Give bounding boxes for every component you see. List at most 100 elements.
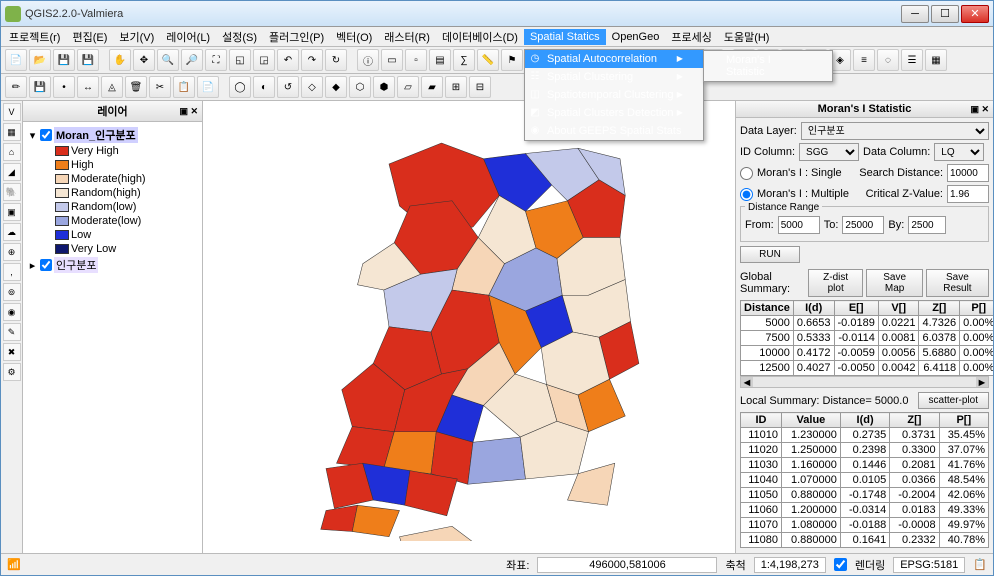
dig2-button[interactable]: ◐ xyxy=(253,76,275,98)
save-button[interactable]: 💾 xyxy=(53,49,75,71)
table-row[interactable]: 125000.4027-0.00500.00426.41180.00% xyxy=(741,361,994,376)
dropdown-item[interactable]: ◷Spatial Autocorrelation▶Moran's I Stati… xyxy=(525,50,703,68)
add-pg-button[interactable]: 🐘 xyxy=(3,183,21,201)
new-shp-button[interactable]: ✎ xyxy=(3,323,21,341)
add-wms-button[interactable]: ☁ xyxy=(3,223,21,241)
table-header[interactable]: P[] xyxy=(939,413,988,428)
by-input[interactable] xyxy=(908,216,946,234)
submenu-item[interactable]: Moran's I Statistic xyxy=(704,51,832,81)
table-header[interactable]: Z[] xyxy=(890,413,939,428)
dig5-button[interactable]: ◆ xyxy=(325,76,347,98)
zoom-last-button[interactable]: ↶ xyxy=(277,49,299,71)
search-dist-input[interactable] xyxy=(947,164,989,182)
node-tool-button[interactable]: ◬ xyxy=(101,76,123,98)
dig3-button[interactable]: ↺ xyxy=(277,76,299,98)
layer-tree[interactable]: ▾Moran_인구분포Very HighHighModerate(high)Ra… xyxy=(23,122,202,278)
new-project-button[interactable]: 📄 xyxy=(5,49,27,71)
layer-class-row[interactable]: High xyxy=(27,158,198,172)
add-vector-button[interactable]: V xyxy=(3,103,21,121)
plugin6-button[interactable]: ≡ xyxy=(853,49,875,71)
single-radio[interactable] xyxy=(740,167,753,180)
table-row[interactable]: 110101.2300000.27350.373135.45% xyxy=(741,428,989,443)
dropdown-item[interactable]: ◩Spatial Clusters Detection▶ xyxy=(525,104,703,122)
add-wfs-button[interactable]: ⊕ xyxy=(3,243,21,261)
table-row[interactable]: 110601.200000-0.03140.018349.33% xyxy=(741,503,989,518)
field-calc-button[interactable]: ∑ xyxy=(453,49,475,71)
save-map-button[interactable]: Save Map xyxy=(866,269,922,297)
expand-toggle-icon[interactable]: ▸ xyxy=(27,259,38,272)
global-table-scrollbar[interactable]: ◄► xyxy=(740,376,989,388)
dig1-button[interactable]: ◯ xyxy=(229,76,251,98)
table-header[interactable]: Distance xyxy=(741,301,794,316)
add-gps-button[interactable]: ⊚ xyxy=(3,283,21,301)
add-feat-button[interactable]: • xyxy=(53,76,75,98)
table-header[interactable]: P[] xyxy=(960,301,993,316)
dig8-button[interactable]: ▱ xyxy=(397,76,419,98)
add-raster-button[interactable]: ▦ xyxy=(3,123,21,141)
save-result-button[interactable]: Save Result xyxy=(926,269,989,297)
add-db-button[interactable]: ⌂ xyxy=(3,143,21,161)
morans-panel-close-button[interactable]: ▣ ✕ xyxy=(970,104,989,115)
menu-item[interactable]: 레이어(L) xyxy=(160,27,216,47)
plugin9-button[interactable]: ▦ xyxy=(925,49,947,71)
dig9-button[interactable]: ▰ xyxy=(421,76,443,98)
table-row[interactable]: 110301.1600000.14460.208141.76% xyxy=(741,458,989,473)
saveas-button[interactable]: 💾 xyxy=(77,49,99,71)
layer-name-label[interactable]: 인구분포 xyxy=(54,257,98,273)
minimize-button[interactable]: ─ xyxy=(901,5,929,23)
table-header[interactable]: I(d) xyxy=(793,301,834,316)
table-row[interactable]: 110500.880000-0.1748-0.200442.06% xyxy=(741,488,989,503)
table-row[interactable]: 50000.6653-0.01890.02214.73260.00% xyxy=(741,316,994,331)
menu-item[interactable]: 플러그인(P) xyxy=(263,27,330,47)
layer-row[interactable]: ▸ 인구분포 xyxy=(27,256,198,274)
deselect-button[interactable]: ▫ xyxy=(405,49,427,71)
dropdown-item[interactable]: ◫Spatiotemporal Clustering▶ xyxy=(525,86,703,104)
add-oracle-button[interactable]: ◉ xyxy=(3,303,21,321)
table-header[interactable]: Value xyxy=(781,413,840,428)
layer-class-row[interactable]: Moderate(low) xyxy=(27,214,198,228)
table-header[interactable]: ID xyxy=(741,413,782,428)
identify-button[interactable]: ⓘ xyxy=(357,49,379,71)
table-row[interactable]: 110201.2500000.23980.330037.07% xyxy=(741,443,989,458)
table-row[interactable]: 110800.8800000.16410.233240.78% xyxy=(741,533,989,548)
menu-item[interactable]: 설정(S) xyxy=(216,27,263,47)
zoom-full-button[interactable]: ⛶ xyxy=(205,49,227,71)
dig11-button[interactable]: ⊟ xyxy=(469,76,491,98)
zoom-sel-button[interactable]: ◲ xyxy=(253,49,275,71)
layer-class-row[interactable]: Random(high) xyxy=(27,186,198,200)
save-edits-button[interactable]: 💾 xyxy=(29,76,51,98)
scatter-plot-button[interactable]: scatter-plot xyxy=(918,392,989,409)
menu-item[interactable]: 보기(V) xyxy=(113,27,160,47)
to-input[interactable] xyxy=(842,216,884,234)
crit-z-input[interactable] xyxy=(947,185,989,203)
edit-toggle-button[interactable]: ✏ xyxy=(5,76,27,98)
table-row[interactable]: 110401.0700000.01050.036648.54% xyxy=(741,473,989,488)
run-button[interactable]: RUN xyxy=(740,246,800,263)
zoom-next-button[interactable]: ↷ xyxy=(301,49,323,71)
zoom-layer-button[interactable]: ◱ xyxy=(229,49,251,71)
layer-class-row[interactable]: Very High xyxy=(27,144,198,158)
maximize-button[interactable]: ☐ xyxy=(931,5,959,23)
menu-item[interactable]: 프로세싱 xyxy=(665,27,717,47)
layer-class-row[interactable]: Very Low xyxy=(27,242,198,256)
measure-button[interactable]: 📏 xyxy=(477,49,499,71)
layer-class-row[interactable]: Random(low) xyxy=(27,200,198,214)
dropdown-item[interactable]: ☷Spatial Clustering▶ xyxy=(525,68,703,86)
dig10-button[interactable]: ⊞ xyxy=(445,76,467,98)
remove-layer-button[interactable]: ✖ xyxy=(3,343,21,361)
id-column-select[interactable]: SGG xyxy=(799,143,859,161)
zdist-plot-button[interactable]: Z-dist plot xyxy=(808,269,864,297)
pan-button[interactable]: ✋ xyxy=(109,49,131,71)
scale-value[interactable]: 1:4,198,273 xyxy=(754,557,826,573)
pan-to-sel-button[interactable]: ✥ xyxy=(133,49,155,71)
layer-class-row[interactable]: Moderate(high) xyxy=(27,172,198,186)
layers-panel-close-button[interactable]: ▣ ✕ xyxy=(179,106,198,117)
add-csv-button[interactable]: , xyxy=(3,263,21,281)
close-button[interactable]: ✕ xyxy=(961,5,989,23)
open-project-button[interactable]: 📂 xyxy=(29,49,51,71)
table-row[interactable]: 100000.4172-0.00590.00565.68800.00% xyxy=(741,346,994,361)
table-row[interactable]: 110701.080000-0.0188-0.000849.97% xyxy=(741,518,989,533)
move-feat-button[interactable]: ↔ xyxy=(77,76,99,98)
map-canvas[interactable] xyxy=(203,101,735,553)
table-header[interactable]: Z[] xyxy=(919,301,960,316)
